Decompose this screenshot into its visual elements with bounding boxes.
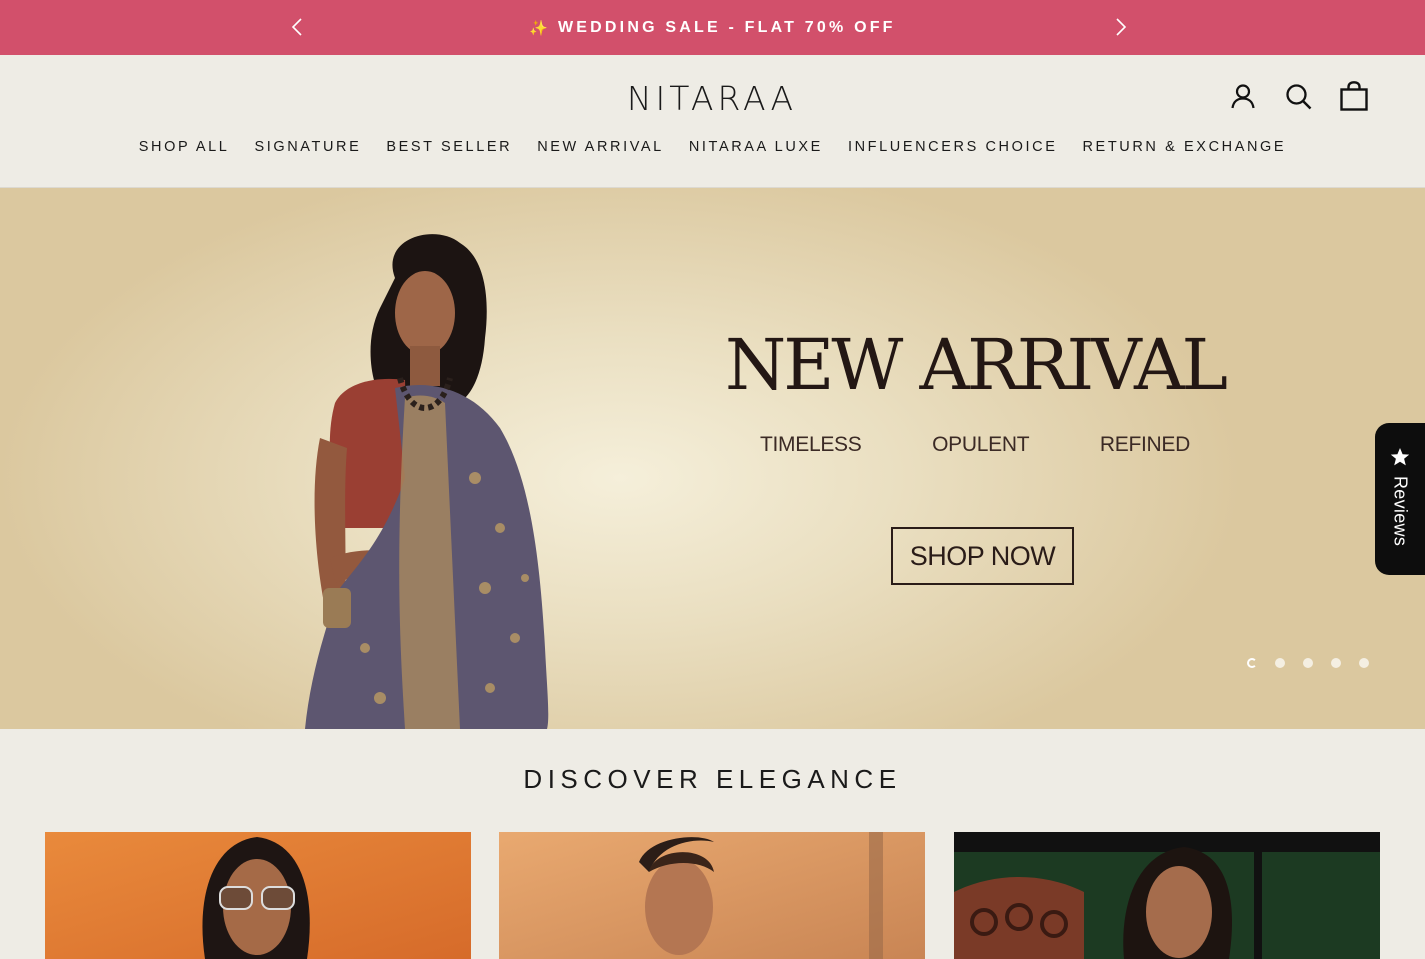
- nav-best-seller[interactable]: BEST SELLER: [386, 139, 512, 155]
- nav-influencers-choice[interactable]: INFLUENCERS CHOICE: [848, 139, 1058, 155]
- announcement-bar: ✨ WEDDING SALE - FLAT 70% OFF: [0, 0, 1425, 55]
- nav-return-exchange[interactable]: RETURN & EXCHANGE: [1082, 139, 1286, 155]
- collection-card-3-image: [954, 832, 1380, 959]
- reviews-label: Reviews: [1390, 476, 1411, 547]
- announcement-message: ✨ WEDDING SALE - FLAT 70% OFF: [0, 0, 1425, 55]
- search-button[interactable]: [1284, 81, 1312, 111]
- cart-button[interactable]: [1340, 81, 1368, 111]
- hero-model-image: [305, 234, 549, 729]
- hero-title: NEW ARRIVAL: [725, 324, 1228, 406]
- search-icon: [1285, 83, 1311, 109]
- slider-pagination: [1247, 658, 1369, 668]
- hero-word-timeless: TIMELESS: [760, 433, 862, 456]
- hero-tagline: TIMELESS OPULENT REFINED: [760, 433, 1190, 457]
- slider-dot-2[interactable]: [1275, 658, 1285, 668]
- collection-card-3[interactable]: [954, 832, 1380, 959]
- announcement-text[interactable]: WEDDING SALE - FLAT 70% OFF: [558, 19, 896, 37]
- site-header: NITARAA SHOP ALL SIGNATURE BEST SELLER N…: [0, 55, 1425, 188]
- nav-shop-all[interactable]: SHOP ALL: [139, 139, 230, 155]
- star-icon: [1390, 448, 1410, 466]
- shopping-bag-icon: [1340, 81, 1368, 111]
- sparkle-icon: ✨: [529, 19, 548, 37]
- nav-new-arrival[interactable]: NEW ARRIVAL: [537, 139, 664, 155]
- slider-dot-4[interactable]: [1331, 658, 1341, 668]
- slider-dot-1[interactable]: [1247, 658, 1257, 668]
- account-button[interactable]: [1229, 81, 1257, 111]
- collection-card-1-image: [45, 832, 471, 959]
- user-icon: [1231, 84, 1255, 109]
- collection-card-2-image: [499, 832, 925, 959]
- discover-section-title: DISCOVER ELEGANCE: [523, 764, 902, 794]
- main-nav: SHOP ALL SIGNATURE BEST SELLER NEW ARRIV…: [0, 139, 1425, 155]
- chevron-right-icon: [1116, 18, 1127, 36]
- collection-card-2[interactable]: [499, 832, 925, 959]
- collection-card-1[interactable]: [45, 832, 471, 959]
- site-logo[interactable]: NITARAA: [612, 77, 812, 119]
- nav-nitaraa-luxe[interactable]: NITARAA LUXE: [689, 139, 823, 155]
- reviews-tab[interactable]: Reviews: [1375, 423, 1425, 575]
- announcement-next-button[interactable]: [1108, 14, 1134, 40]
- hero-word-opulent: OPULENT: [932, 433, 1030, 456]
- hero-banner[interactable]: NEW ARRIVAL TIMELESS OPULENT REFINED SHO…: [0, 188, 1425, 729]
- slider-dot-5[interactable]: [1359, 658, 1369, 668]
- shop-now-button[interactable]: SHOP NOW: [891, 527, 1074, 585]
- hero-word-refined: REFINED: [1099, 433, 1190, 456]
- nav-signature[interactable]: SIGNATURE: [254, 139, 361, 155]
- slider-dot-3[interactable]: [1303, 658, 1313, 668]
